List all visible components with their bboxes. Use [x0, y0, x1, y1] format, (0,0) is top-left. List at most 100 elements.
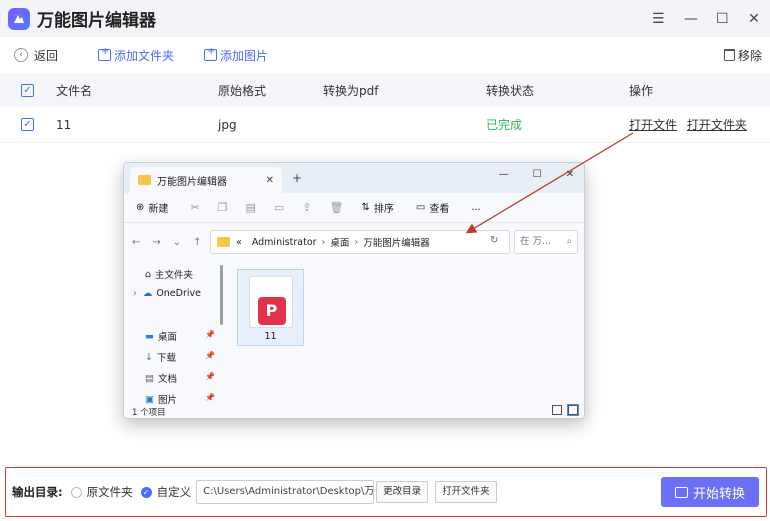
app-window: 万能图片编辑器 ☰ — ☐ ✕ ‹ 返回 添加文件夹 添加图片 移除 ✓ 文件名… [0, 0, 770, 521]
add-image-button[interactable]: 添加图片 [204, 46, 269, 64]
window-controls: ☰ — ☐ ✕ [652, 0, 760, 37]
more-button[interactable]: ... [471, 202, 481, 213]
minimize-icon[interactable]: — [684, 11, 698, 27]
address-segment[interactable]: 桌面 [330, 235, 349, 249]
open-folder-link[interactable]: 打开文件夹 [687, 118, 747, 132]
nav-forward-icon[interactable]: → [152, 237, 160, 248]
sidebar-item-downloads[interactable]: ↓ 下载 [145, 350, 176, 365]
file-item[interactable]: P 11 [237, 269, 304, 346]
copy-icon[interactable]: ❐ [218, 201, 228, 214]
new-button[interactable]: ⊕ 新建 [136, 200, 168, 215]
start-convert-button[interactable]: 开始转换 [661, 477, 759, 507]
remove-label: 移除 [737, 48, 762, 63]
change-dir-button[interactable]: 更改目录 [376, 481, 429, 503]
explorer-command-bar: ⊕ 新建 ✂ ❐ ▤ ▭ ⇪ 🗑 ⇅ 排序 ▭ 查看 ... [124, 193, 584, 223]
select-all-checkbox[interactable]: ✓ [21, 83, 34, 97]
download-icon: ↓ [145, 351, 153, 363]
explorer-tab[interactable]: 万能图片编辑器 ✕ [130, 167, 282, 193]
title-bar: 万能图片编辑器 ☰ — ☐ ✕ [0, 0, 770, 37]
open-file-link[interactable]: 打开文件 [629, 118, 677, 132]
sidebar-item-label: OneDrive [156, 288, 201, 299]
share-icon[interactable]: ⇪ [302, 201, 311, 214]
add-image-label: 添加图片 [220, 48, 269, 63]
explorer-address-bar: ← → ⌄ ↑ « Administrator › 桌面 › 万能图片编辑器 ↻… [124, 223, 584, 261]
menu-icon[interactable]: ☰ [652, 11, 665, 27]
pin-icon: 📌 [205, 372, 215, 381]
explorer-tab-title: 万能图片编辑器 [157, 176, 227, 188]
explorer-sidebar: ⌂ 主文件夹 › ☁ OneDrive ▬ 桌面 📌 ↓ 下载 📌 ▤ 文档 📌 ▣ 图片 📌 [124, 261, 220, 407]
explorer-minimize-icon[interactable]: — [499, 169, 509, 180]
header-target: 转换为pdf [323, 83, 379, 98]
pin-icon: 📌 [205, 351, 215, 360]
output-bar: 输出目录: 原文件夹 ✓ 自定义 C:\Users\Administrator\… [5, 467, 767, 517]
sort-icon: ⇅ [361, 202, 370, 213]
close-icon[interactable]: ✕ [748, 11, 760, 27]
paste-icon[interactable]: ▤ [245, 201, 255, 214]
nav-up-icon[interactable]: ↑ [193, 237, 201, 248]
file-explorer-window: 万能图片编辑器 ✕ + — ☐ ✕ ⊕ 新建 ✂ ❐ ▤ ▭ ⇪ 🗑 ⇅ 排序 ▭ 查… [123, 162, 585, 419]
header-actions: 操作 [629, 83, 654, 98]
tab-close-icon[interactable]: ✕ [266, 175, 274, 186]
toolbar: ‹ 返回 添加文件夹 添加图片 移除 [0, 37, 770, 73]
folder-icon [138, 175, 151, 185]
sidebar-item-desktop[interactable]: ▬ 桌面 [145, 329, 177, 344]
row-status: 已完成 [486, 118, 523, 132]
tiles-view-icon[interactable] [567, 404, 579, 416]
view-button[interactable]: ▭ 查看 [416, 200, 449, 215]
explorer-close-icon[interactable]: ✕ [566, 169, 574, 180]
back-label: 返回 [34, 48, 59, 63]
radio-custom[interactable]: ✓ [140, 486, 152, 498]
explorer-maximize-icon[interactable]: ☐ [533, 169, 542, 180]
output-path-field[interactable]: C:\Users\Administrator\Desktop\万... [196, 480, 375, 504]
nav-back-icon[interactable]: ← [132, 237, 140, 248]
home-icon: ⌂ [145, 268, 152, 280]
radio-original-folder[interactable] [70, 486, 82, 498]
view-label: 查看 [429, 204, 450, 215]
sidebar-item-onedrive[interactable]: › ☁ OneDrive [133, 288, 201, 299]
plus-circle-icon: ⊕ [136, 202, 145, 213]
address-segment[interactable]: 万能图片编辑器 [363, 235, 430, 249]
explorer-window-controls: — ☐ ✕ [499, 169, 574, 180]
maximize-icon[interactable]: ☐ [716, 11, 729, 27]
pin-icon: 📌 [205, 393, 215, 402]
sidebar-item-documents[interactable]: ▤ 文档 [145, 371, 177, 386]
cloud-icon: ☁ [142, 288, 153, 299]
option-original-label: 原文件夹 [86, 485, 133, 499]
header-format: 原始格式 [218, 83, 267, 98]
address-segment[interactable]: Administrator [252, 237, 317, 248]
sidebar-item-home[interactable]: ⌂ 主文件夹 [145, 267, 193, 282]
sidebar-item-label: 桌面 [157, 332, 177, 343]
row-checkbox[interactable]: ✓ [21, 118, 34, 131]
sort-button[interactable]: ⇅ 排序 [361, 200, 393, 215]
output-label: 输出目录: [12, 485, 63, 499]
row-filename: 11 [56, 117, 72, 132]
table-row: ✓ 11 jpg 已完成 打开文件 打开文件夹 [0, 107, 770, 143]
search-placeholder: 在 万... [520, 236, 552, 247]
refresh-icon[interactable]: ↻ [490, 235, 498, 246]
app-title: 万能图片编辑器 [37, 11, 156, 31]
nav-recent-icon[interactable]: ⌄ [173, 237, 181, 248]
header-filename: 文件名 [56, 83, 93, 98]
add-folder-label: 添加文件夹 [114, 48, 175, 63]
delete-icon[interactable]: 🗑 [330, 201, 344, 214]
sidebar-item-label: 图片 [157, 395, 177, 406]
open-output-folder-button[interactable]: 打开文件夹 [435, 481, 497, 503]
explorer-search-input[interactable]: 在 万... ⌕ [514, 230, 578, 254]
trash-icon [723, 49, 735, 61]
sidebar-item-label: 下载 [156, 353, 176, 364]
remove-button[interactable]: 移除 [723, 47, 762, 64]
add-folder-button[interactable]: 添加文件夹 [98, 46, 175, 64]
sidebar-scrollbar[interactable] [220, 265, 223, 325]
start-convert-label: 开始转换 [692, 486, 745, 502]
details-view-icon[interactable] [552, 405, 562, 415]
sidebar-item-pictures[interactable]: ▣ 图片 [145, 392, 177, 407]
view-toggle [552, 404, 579, 416]
add-folder-icon [98, 46, 112, 61]
address-box[interactable]: « Administrator › 桌面 › 万能图片编辑器 [210, 230, 510, 254]
rename-icon[interactable]: ▭ [274, 201, 284, 214]
add-image-icon [204, 46, 218, 61]
cut-icon[interactable]: ✂ [190, 201, 199, 214]
new-tab-icon[interactable]: + [292, 171, 302, 185]
file-name: 11 [264, 331, 277, 342]
back-button[interactable]: ‹ 返回 [14, 47, 58, 64]
